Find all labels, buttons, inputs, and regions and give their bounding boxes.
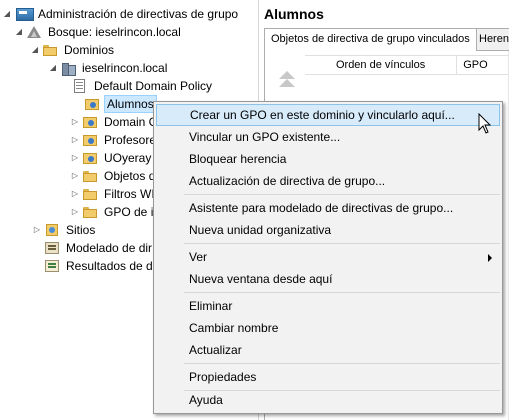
tree-sites-label: Sitios: [66, 223, 96, 237]
menu-item-group-policy-update[interactable]: Actualización de directiva de grupo...: [156, 170, 500, 192]
collapse-arrow-icon[interactable]: ◢: [30, 41, 40, 59]
collapse-arrow-icon[interactable]: ◢: [48, 59, 58, 77]
tree-default-domain-policy[interactable]: Default Domain Policy: [72, 77, 214, 95]
expand-arrow-icon[interactable]: ▷: [70, 167, 80, 185]
expand-arrow-icon[interactable]: ▷: [70, 203, 80, 221]
menu-item-view[interactable]: Ver: [156, 246, 500, 268]
tree-domain-controllers-label: Domain C: [104, 115, 158, 129]
move-up-icon[interactable]: [279, 71, 295, 79]
tree-root[interactable]: ◢ Administración de directivas de grupo: [2, 5, 240, 23]
mouse-pointer-icon: [478, 113, 492, 134]
tree-modeling-label: Modelado de dir: [66, 241, 153, 255]
domain-icon: [60, 60, 76, 76]
expand-arrow-icon[interactable]: ▷: [32, 221, 42, 239]
column-gpo[interactable]: GPO: [457, 56, 509, 74]
modeling-icon: [44, 240, 60, 256]
ou-icon: [82, 150, 98, 166]
column-link-order[interactable]: Orden de vínculos: [305, 56, 458, 74]
tree-default-policy-label: Default Domain Policy: [94, 79, 213, 93]
tree-uoyeray-label: UOyeray: [104, 151, 152, 165]
forest-icon: [26, 24, 42, 40]
menu-item-block-inheritance[interactable]: Bloquear herencia: [156, 148, 500, 170]
menu-item-rename[interactable]: Cambiar nombre: [156, 317, 500, 339]
sites-icon: [44, 222, 60, 238]
submenu-arrow-icon: [488, 254, 492, 262]
tree-results-label: Resultados de di: [66, 259, 156, 273]
tree-domains-label: Dominios: [64, 43, 115, 57]
tree-alumnos-label: Alumnos: [104, 95, 157, 113]
menu-separator: [184, 243, 500, 244]
folder-icon: [82, 204, 98, 220]
menu-separator: [184, 292, 500, 293]
tree-results[interactable]: Resultados de di: [44, 257, 157, 275]
tree-forest-label: Bosque: ieselrincon.local: [48, 25, 181, 39]
list-header: Orden de vínculos GPO: [305, 55, 509, 75]
tree-uoyeray[interactable]: ▷ UOyeray: [70, 149, 153, 167]
tree-profesores-label: Profesore: [104, 133, 157, 147]
folder-icon: [82, 168, 98, 184]
tree-modeling[interactable]: Modelado de dir: [44, 239, 154, 257]
tree-domain[interactable]: ◢ ieselrincon.local: [48, 59, 169, 77]
menu-item-properties[interactable]: Propiedades: [156, 366, 500, 388]
menu-item-new-ou[interactable]: Nueva unidad organizativa: [156, 219, 500, 241]
tree-starter-gpo[interactable]: ▷ GPO de in: [70, 203, 162, 221]
gpo-link-icon: [72, 78, 88, 94]
results-icon: [44, 258, 60, 274]
tree-domain-label: ieselrincon.local: [82, 61, 168, 75]
tree-domains[interactable]: ◢ Dominios: [30, 41, 116, 59]
gpmc-icon: [16, 7, 34, 21]
expand-arrow-icon[interactable]: ▷: [70, 149, 80, 167]
menu-item-refresh[interactable]: Actualizar: [156, 339, 500, 361]
tree-gpo-objects-label: Objetos d: [104, 169, 156, 183]
tree-root-label: Administración de directivas de grupo: [38, 7, 239, 21]
context-menu: Crear un GPO en este dominio y vincularl…: [153, 101, 503, 414]
menu-item-link-existing-gpo[interactable]: Vincular un GPO existente...: [156, 126, 500, 148]
move-top-icon[interactable]: [279, 79, 295, 87]
menu-item-view-label: Ver: [189, 250, 208, 264]
menu-item-create-gpo[interactable]: Crear un GPO en este dominio y vincularl…: [156, 104, 500, 126]
tree-domain-controllers[interactable]: ▷ Domain C: [70, 113, 159, 131]
tab-inheritance[interactable]: Herencia: [472, 28, 509, 50]
pane-title: Alumnos: [264, 6, 324, 22]
tree-gpo-objects[interactable]: ▷ Objetos d: [70, 167, 157, 185]
menu-item-help[interactable]: Ayuda: [156, 389, 500, 411]
tree-profesores[interactable]: ▷ Profesore: [70, 131, 158, 149]
ou-icon: [82, 132, 98, 148]
menu-item-new-window[interactable]: Nueva ventana desde aquí: [156, 268, 500, 290]
collapse-arrow-icon[interactable]: ◢: [14, 23, 24, 41]
ou-icon: [84, 96, 100, 112]
folder-icon: [42, 42, 58, 58]
menu-item-delete[interactable]: Eliminar: [156, 295, 500, 317]
expand-arrow-icon[interactable]: ▷: [70, 185, 80, 203]
tree-alumnos[interactable]: Alumnos: [84, 95, 157, 113]
menu-separator: [184, 194, 500, 195]
expand-arrow-icon[interactable]: ▷: [70, 113, 80, 131]
collapse-arrow-icon[interactable]: ◢: [2, 5, 12, 23]
folder-icon: [82, 186, 98, 202]
menu-item-modeling-wizard[interactable]: Asistente para modelado de directivas de…: [156, 197, 500, 219]
expand-arrow-icon[interactable]: ▷: [70, 131, 80, 149]
menu-separator: [184, 363, 500, 364]
tree-forest[interactable]: ◢ Bosque: ieselrincon.local: [14, 23, 183, 41]
ou-icon: [82, 114, 98, 130]
tree-wmi-filters[interactable]: ▷ Filtros WI: [70, 185, 157, 203]
tab-linked-gpos[interactable]: Objetos de directiva de grupo vinculados: [264, 28, 477, 51]
tab-strip: Objetos de directiva de grupo vinculados…: [264, 28, 509, 51]
tree-wmi-filters-label: Filtros WI: [104, 187, 155, 201]
tree-sites[interactable]: ▷ Sitios: [32, 221, 97, 239]
